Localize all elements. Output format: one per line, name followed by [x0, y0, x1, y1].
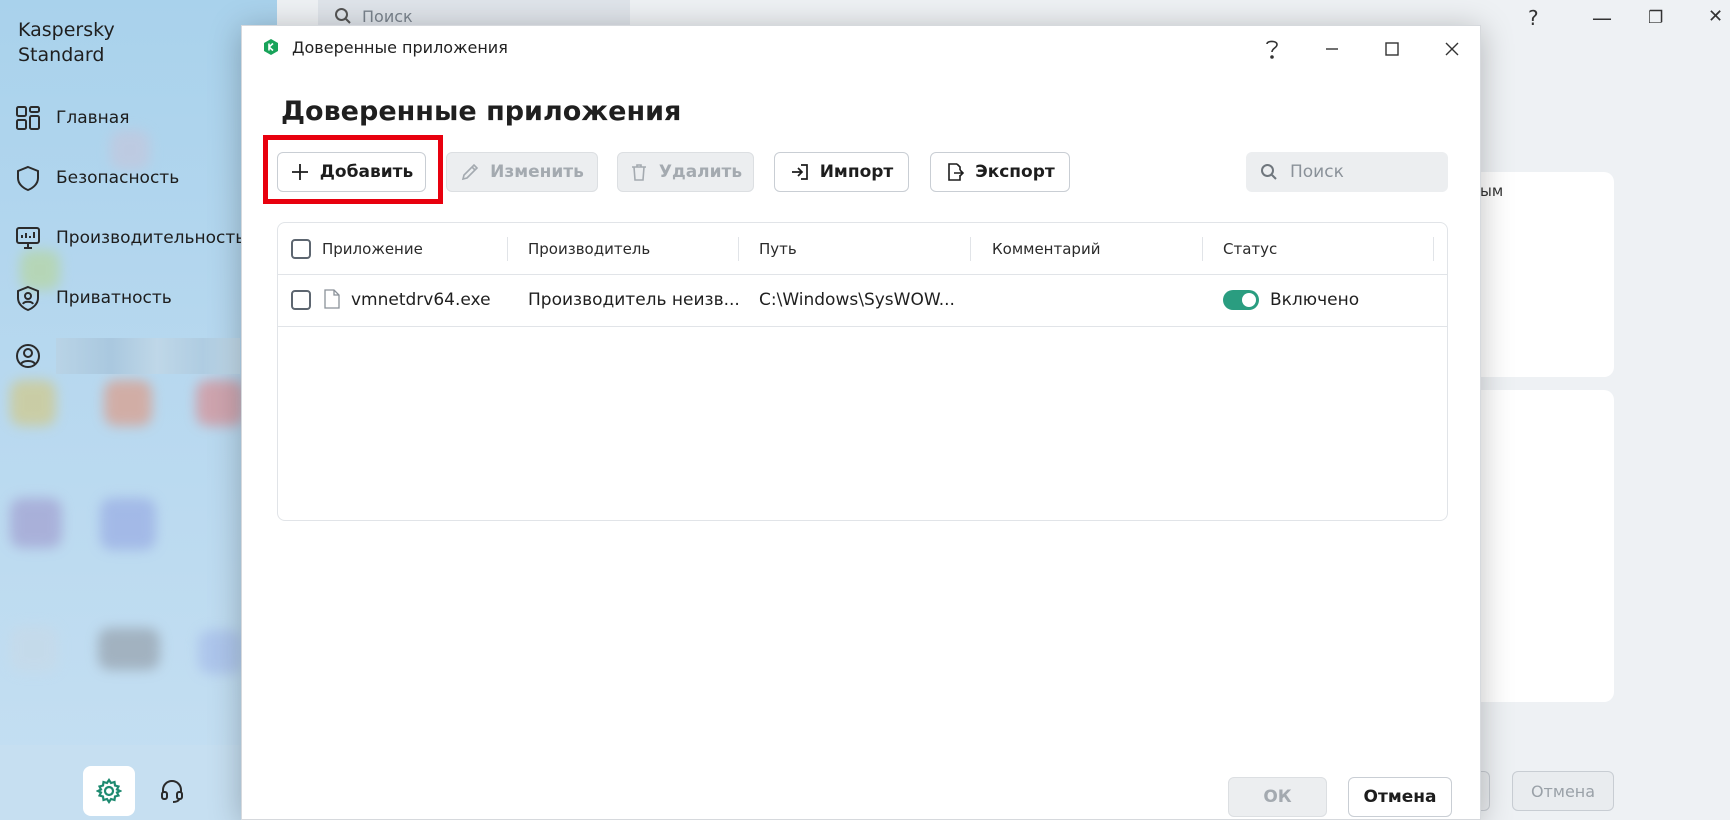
column-header-vendor[interactable]: Производитель	[528, 240, 650, 258]
export-button-label: Экспорт	[975, 162, 1055, 182]
nav-item-label: Производительность	[56, 228, 246, 248]
edit-button[interactable]: Изменить	[446, 152, 598, 192]
nav-item-home[interactable]: Главная	[14, 98, 129, 138]
user-name-redacted	[56, 338, 240, 374]
sidebar-footer	[0, 745, 277, 820]
brand-name: Kaspersky Standard	[18, 19, 115, 66]
page-title: Доверенные приложения	[281, 96, 682, 127]
search-placeholder: Поиск	[362, 6, 413, 26]
restore-button[interactable]: ❐	[1648, 8, 1663, 28]
background-card-text: ым	[1480, 182, 1504, 200]
vendor-cell: Производитель неизв...	[528, 290, 740, 310]
cancel-button[interactable]: Отмена	[1348, 777, 1452, 817]
edit-button-label: Изменить	[490, 162, 584, 182]
monitor-icon	[16, 227, 40, 249]
minimize-icon	[1326, 48, 1338, 50]
row-checkbox[interactable]	[291, 290, 311, 310]
search-icon	[1261, 164, 1277, 180]
nav-item-label: Приватность	[56, 288, 172, 308]
path-cell: C:\Windows\SysWOW...	[759, 290, 955, 310]
kaspersky-logo-icon	[264, 39, 278, 55]
nav-item-performance[interactable]: Производительность	[14, 218, 245, 258]
headset-icon	[161, 779, 183, 803]
nav-item-security[interactable]: Безопасность	[14, 158, 179, 198]
search-input[interactable]: Поиск	[1246, 152, 1448, 192]
export-file-icon	[948, 163, 965, 181]
file-icon	[324, 289, 340, 309]
search-icon	[335, 8, 351, 24]
column-header-comment[interactable]: Комментарий	[992, 240, 1100, 258]
table-row[interactable]: vmnetdrv64.exe Производитель неизв... C:…	[278, 275, 1447, 327]
dialog-title: Доверенные приложения	[292, 38, 508, 57]
column-divider[interactable]	[507, 237, 508, 261]
column-divider[interactable]	[970, 237, 971, 261]
help-button[interactable]: ?	[1528, 6, 1539, 30]
user-icon	[16, 344, 40, 368]
sidebar: Kaspersky Standard Главная Безопасность …	[0, 0, 277, 820]
privacy-shield-icon	[17, 285, 39, 312]
trusted-apps-table: Приложение Производитель Путь Комментари…	[277, 222, 1448, 521]
support-button[interactable]	[152, 766, 192, 816]
highlight-box	[263, 135, 443, 204]
import-icon	[791, 164, 808, 180]
delete-button-label: Удалить	[658, 162, 743, 182]
column-header-app[interactable]: Приложение	[322, 240, 423, 258]
column-divider[interactable]	[1433, 237, 1434, 261]
app-name-cell: vmnetdrv64.exe	[351, 290, 491, 310]
column-header-path[interactable]: Путь	[759, 240, 797, 258]
close-icon	[1445, 42, 1459, 56]
shield-icon	[17, 165, 39, 192]
dialog-titlebar: Доверенные приложения	[242, 26, 1480, 70]
grid-icon	[16, 106, 40, 130]
nav-item-label: Главная	[56, 108, 130, 128]
pencil-icon	[461, 163, 479, 181]
maximize-icon	[1385, 42, 1399, 56]
dialog-minimize-button[interactable]	[1317, 34, 1347, 64]
nav-item-privacy[interactable]: Приватность	[14, 278, 172, 318]
dialog-close-button[interactable]	[1437, 34, 1467, 64]
import-button-label: Импорт	[819, 162, 894, 182]
trusted-apps-dialog: Доверенные приложения Доверенные приложе…	[241, 25, 1481, 820]
background-cancel-button: Отмена	[1512, 771, 1614, 811]
column-header-status[interactable]: Статус	[1223, 240, 1277, 258]
settings-button[interactable]	[83, 766, 135, 816]
table-header: Приложение Производитель Путь Комментари…	[278, 223, 1447, 275]
status-toggle[interactable]	[1223, 290, 1259, 310]
ok-button[interactable]: ОК	[1228, 777, 1327, 817]
minimize-button[interactable]: —	[1592, 6, 1612, 30]
delete-button[interactable]: Удалить	[617, 152, 754, 192]
nav-item-label: Безопасность	[56, 168, 180, 188]
select-all-checkbox[interactable]	[291, 239, 311, 259]
import-button[interactable]: Импорт	[774, 152, 909, 192]
close-button[interactable]: ✕	[1708, 6, 1723, 27]
column-divider[interactable]	[1202, 237, 1203, 261]
column-divider[interactable]	[738, 237, 739, 261]
export-button[interactable]: Экспорт	[930, 152, 1070, 192]
trash-icon	[631, 164, 646, 181]
question-icon	[1266, 40, 1278, 59]
dialog-help-button[interactable]	[1257, 34, 1287, 64]
dialog-maximize-button[interactable]	[1377, 34, 1407, 64]
status-cell: Включено	[1270, 290, 1360, 310]
search-placeholder: Поиск	[1290, 162, 1344, 182]
gear-icon	[96, 778, 122, 804]
user-profile[interactable]	[14, 338, 240, 374]
